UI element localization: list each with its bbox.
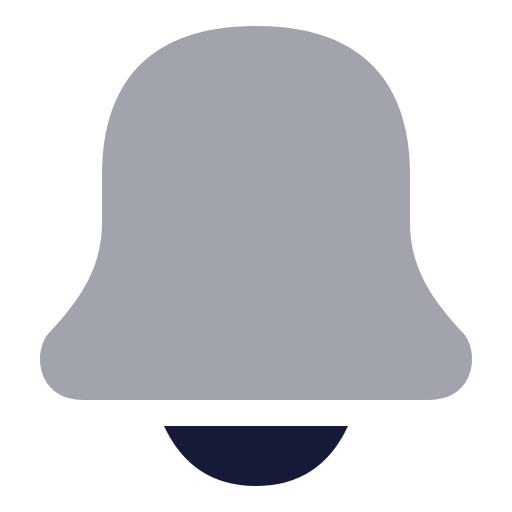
bell-clapper bbox=[164, 426, 348, 486]
bell-icon bbox=[40, 26, 472, 486]
icon-canvas bbox=[0, 0, 512, 512]
bell-body bbox=[40, 26, 472, 400]
